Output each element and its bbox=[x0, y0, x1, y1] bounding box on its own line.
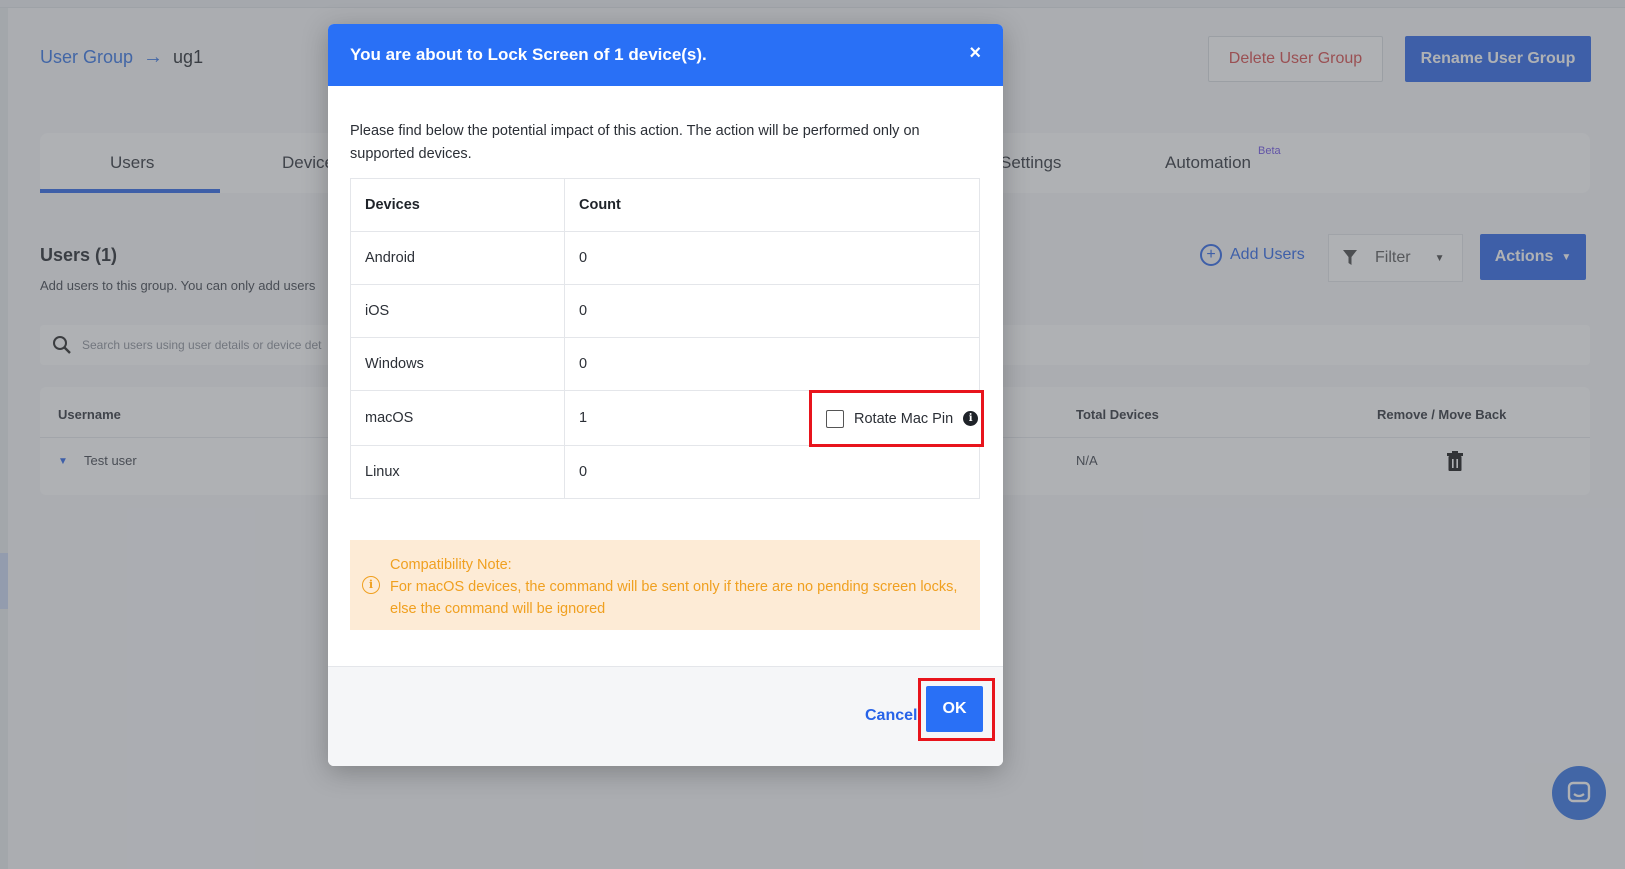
table-row: Android 0 bbox=[350, 231, 980, 285]
info-circle-icon: i bbox=[362, 576, 380, 594]
table-row: macOS 1 Rotate Mac Pin i bbox=[350, 390, 984, 447]
cancel-button[interactable]: Cancel bbox=[865, 707, 917, 725]
compatibility-note-text: For macOS devices, the command will be s… bbox=[390, 579, 958, 617]
rotate-mac-pin-label: Rotate Mac Pin bbox=[854, 410, 954, 427]
info-icon[interactable]: i bbox=[963, 411, 979, 426]
device-count-table: Devices Count Android 0 iOS 0 Windows 0 … bbox=[350, 178, 984, 499]
device-name: Linux bbox=[350, 445, 565, 499]
table-row: Linux 0 bbox=[350, 445, 980, 499]
device-count: 0 bbox=[564, 284, 980, 338]
table-header-row: Devices Count bbox=[350, 178, 980, 232]
macos-count-cell: 1 Rotate Mac Pin i bbox=[564, 390, 984, 447]
table-row: Windows 0 bbox=[350, 337, 980, 391]
device-count: 0 bbox=[564, 445, 980, 499]
close-icon[interactable]: × bbox=[969, 42, 981, 65]
table-row: iOS 0 bbox=[350, 284, 980, 338]
ok-button-highlight: OK bbox=[918, 678, 995, 741]
device-name: iOS bbox=[350, 284, 565, 338]
modal-description: Please find below the potential impact o… bbox=[350, 123, 920, 162]
device-count: 1 bbox=[579, 410, 588, 426]
rotate-mac-pin-option[interactable]: Rotate Mac Pin i bbox=[809, 390, 984, 447]
column-header-count: Count bbox=[564, 178, 980, 232]
ok-button[interactable]: OK bbox=[926, 686, 983, 732]
column-header-devices: Devices bbox=[350, 178, 565, 232]
rotate-mac-pin-checkbox[interactable] bbox=[826, 409, 844, 428]
device-count: 0 bbox=[564, 231, 980, 285]
device-name: Windows bbox=[350, 337, 565, 391]
lock-screen-modal: You are about to Lock Screen of 1 device… bbox=[328, 24, 1003, 766]
modal-header: You are about to Lock Screen of 1 device… bbox=[328, 24, 1003, 86]
modal-title: You are about to Lock Screen of 1 device… bbox=[350, 45, 707, 64]
device-name: macOS bbox=[350, 390, 565, 446]
compatibility-note: i Compatibility Note: For macOS devices,… bbox=[350, 540, 980, 630]
modal-footer: Cancel OK bbox=[328, 666, 1003, 766]
compatibility-note-title: Compatibility Note: bbox=[390, 557, 512, 573]
device-count: 0 bbox=[564, 337, 980, 391]
device-name: Android bbox=[350, 231, 565, 285]
